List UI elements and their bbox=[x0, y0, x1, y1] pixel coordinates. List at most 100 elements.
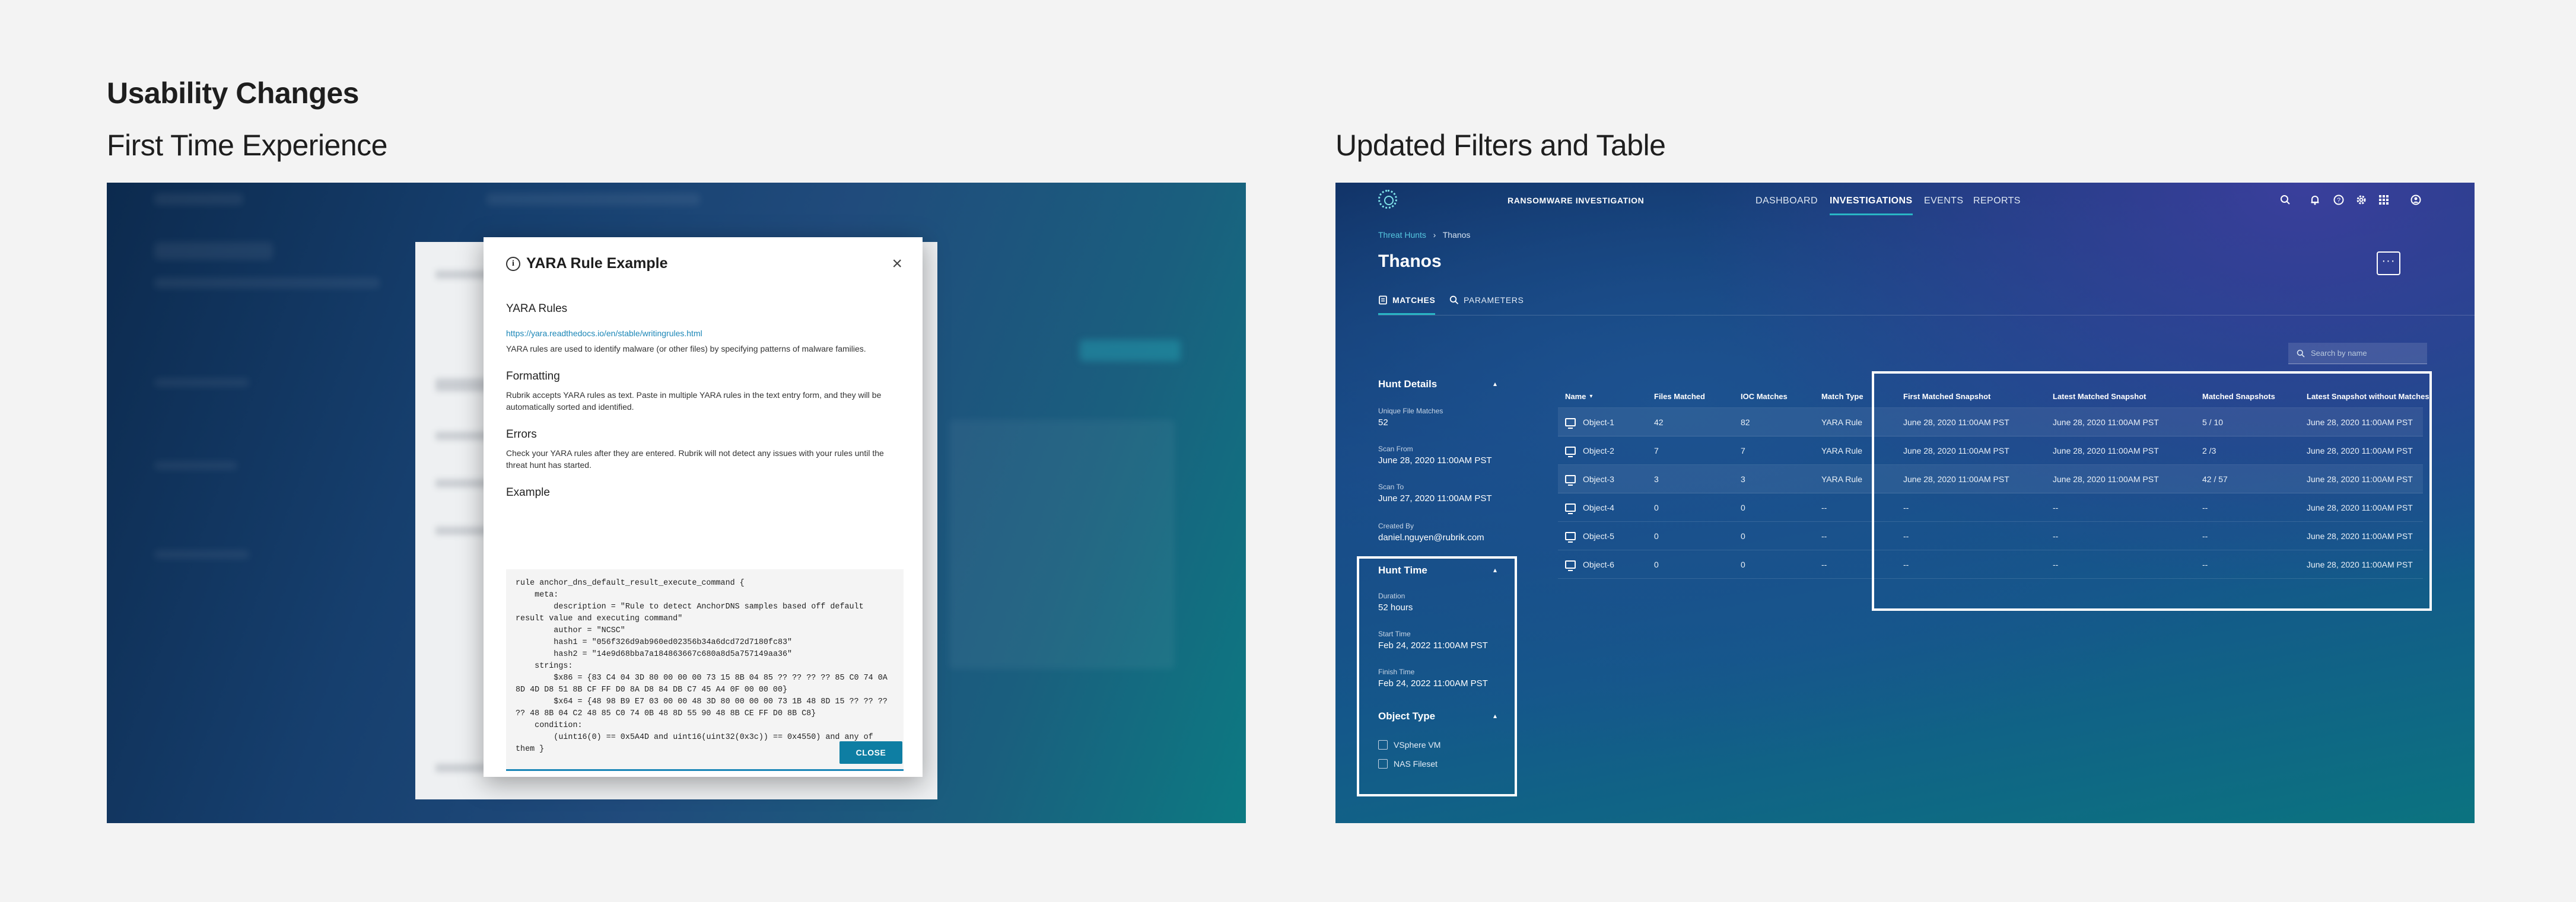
nav-investigations[interactable]: INVESTIGATIONS bbox=[1830, 196, 1913, 215]
start-time-label: Start Time bbox=[1378, 630, 1411, 638]
modal-title-text: YARA Rule Example bbox=[526, 255, 668, 272]
object-name: Object-3 bbox=[1583, 474, 1614, 484]
scan-from-value: June 28, 2020 11:00AM PST bbox=[1378, 455, 1492, 466]
more-options-button[interactable]: ··· bbox=[2377, 251, 2400, 275]
checkbox-label: VSphere VM bbox=[1394, 740, 1441, 750]
object-type-vsphere-vm[interactable]: VSphere VM bbox=[1378, 740, 1440, 750]
checkbox[interactable] bbox=[1378, 759, 1388, 769]
vm-monitor-icon bbox=[1565, 560, 1576, 571]
section-heading-example: Example bbox=[506, 486, 550, 499]
table-columns-highlight-box bbox=[1872, 371, 2432, 611]
object-name: Object-2 bbox=[1583, 446, 1614, 455]
breadcrumb-threat-hunts[interactable]: Threat Hunts bbox=[1378, 230, 1426, 240]
cell-match-type: -- bbox=[1821, 531, 1827, 541]
vm-monitor-icon bbox=[1565, 418, 1576, 429]
cell-match-type: YARA Rule bbox=[1821, 446, 1862, 455]
bell-icon[interactable] bbox=[2309, 195, 2321, 206]
hunt-details-header[interactable]: Hunt Details ▴ bbox=[1378, 378, 1497, 390]
section-heading-yara-rules: YARA Rules bbox=[506, 302, 568, 315]
cell-files-matched: 0 bbox=[1654, 531, 1659, 541]
vm-monitor-icon bbox=[1565, 503, 1576, 514]
scan-to-value: June 27, 2020 11:00AM PST bbox=[1378, 493, 1492, 503]
duration-label: Duration bbox=[1378, 592, 1405, 600]
yara-rule-example-modal: i YARA Rule Example × YARA Rules https:/… bbox=[484, 237, 923, 777]
hunt-time-header[interactable]: Hunt Time ▴ bbox=[1378, 565, 1497, 576]
close-button[interactable]: CLOSE bbox=[839, 741, 902, 764]
tab-parameters[interactable]: PARAMETERS bbox=[1449, 295, 1524, 305]
cell-match-type: -- bbox=[1821, 560, 1827, 569]
object-type-nas-fileset[interactable]: NAS Fileset bbox=[1378, 759, 1438, 769]
matches-icon bbox=[1379, 295, 1387, 305]
app-name: RANSOMWARE INVESTIGATION bbox=[1508, 196, 1645, 205]
tab-matches-label: MATCHES bbox=[1392, 295, 1436, 305]
column-header-ioc-matches[interactable]: IOC Matches bbox=[1741, 384, 1788, 408]
start-time-value: Feb 24, 2022 11:00AM PST bbox=[1378, 640, 1488, 651]
cell-ioc-matches: 82 bbox=[1741, 417, 1750, 427]
checkbox[interactable] bbox=[1378, 740, 1388, 750]
breadcrumb: Threat Hunts › Thanos bbox=[1378, 230, 1470, 240]
help-icon[interactable]: ? bbox=[2333, 195, 2345, 206]
column-header-match-type[interactable]: Match Type bbox=[1821, 384, 1863, 408]
unique-file-matches-value: 52 bbox=[1378, 417, 1388, 428]
object-name: Object-6 bbox=[1583, 560, 1614, 569]
section-heading-formatting: Formatting bbox=[506, 370, 560, 383]
search-field[interactable] bbox=[2288, 343, 2427, 364]
scan-to-label: Scan To bbox=[1378, 483, 1404, 491]
cell-name[interactable]: Object-1 bbox=[1565, 408, 1614, 436]
cell-files-matched: 3 bbox=[1654, 474, 1659, 484]
cell-name[interactable]: Object-2 bbox=[1565, 436, 1614, 465]
updated-filters-table-screenshot: RANSOMWARE INVESTIGATION DASHBOARD INVES… bbox=[1335, 183, 2475, 823]
object-name: Object-5 bbox=[1583, 531, 1614, 541]
section-heading-errors: Errors bbox=[506, 428, 537, 441]
cell-name[interactable]: Object-6 bbox=[1565, 550, 1614, 579]
cell-match-type: YARA Rule bbox=[1821, 474, 1862, 484]
gear-icon[interactable] bbox=[2355, 195, 2367, 206]
created-by-label: Created By bbox=[1378, 522, 1414, 530]
page-title: Thanos bbox=[1378, 251, 1442, 271]
cell-name[interactable]: Object-3 bbox=[1565, 465, 1614, 493]
hunt-time-title: Hunt Time bbox=[1378, 565, 1427, 576]
modal-title: i YARA Rule Example bbox=[506, 255, 668, 272]
section-heading: Usability Changes bbox=[107, 77, 359, 110]
user-avatar-icon[interactable] bbox=[2410, 195, 2422, 206]
scan-from-label: Scan From bbox=[1378, 445, 1413, 453]
chevron-up-icon: ▴ bbox=[1493, 380, 1497, 388]
section-text-yara-rules: YARA rules are used to identify malware … bbox=[506, 344, 866, 353]
duration-value: 52 hours bbox=[1378, 603, 1413, 613]
right-panel-heading: Updated Filters and Table bbox=[1335, 129, 1666, 162]
nav-dashboard[interactable]: DASHBOARD bbox=[1756, 196, 1818, 206]
close-icon[interactable]: × bbox=[892, 254, 902, 274]
search-icon bbox=[2297, 349, 2305, 358]
parameters-search-icon bbox=[1449, 295, 1459, 305]
vm-monitor-icon bbox=[1565, 532, 1576, 543]
nav-reports[interactable]: REPORTS bbox=[1973, 196, 2021, 206]
cell-match-type: -- bbox=[1821, 503, 1827, 512]
cell-files-matched: 7 bbox=[1654, 446, 1659, 455]
nav-events[interactable]: EVENTS bbox=[1924, 196, 1963, 206]
search-icon[interactable] bbox=[2279, 195, 2291, 206]
sort-descending-icon[interactable]: ▾ bbox=[1589, 393, 1592, 400]
section-text-errors: Check your YARA rules after they are ent… bbox=[506, 448, 884, 470]
tab-matches[interactable]: MATCHES bbox=[1378, 295, 1436, 315]
search-input[interactable] bbox=[2311, 349, 2424, 358]
cell-name[interactable]: Object-4 bbox=[1565, 493, 1614, 522]
cell-files-matched: 42 bbox=[1654, 417, 1664, 427]
chevron-up-icon: ▴ bbox=[1493, 712, 1497, 720]
column-header-files-matched[interactable]: Files Matched bbox=[1654, 384, 1705, 408]
object-type-header[interactable]: Object Type ▴ bbox=[1378, 710, 1497, 722]
vm-monitor-icon bbox=[1565, 447, 1576, 457]
chevron-right-icon: › bbox=[1428, 230, 1441, 240]
hunt-details-title: Hunt Details bbox=[1378, 378, 1438, 390]
breadcrumb-current: Thanos bbox=[1442, 230, 1471, 240]
column-header-name[interactable]: Name ▾ bbox=[1565, 384, 1592, 408]
cell-name[interactable]: Object-5 bbox=[1565, 522, 1614, 550]
modal-body: YARA Rules https://yara.readthedocs.io/e… bbox=[506, 302, 904, 499]
finish-time-value: Feb 24, 2022 11:00AM PST bbox=[1378, 678, 1488, 689]
cell-ioc-matches: 0 bbox=[1741, 503, 1745, 512]
tab-parameters-label: PARAMETERS bbox=[1464, 295, 1524, 305]
yara-docs-link[interactable]: https://yara.readthedocs.io/en/stable/wr… bbox=[506, 329, 904, 338]
apps-grid-icon[interactable] bbox=[2378, 195, 2390, 206]
left-panel-heading: First Time Experience bbox=[107, 129, 387, 162]
object-type-title: Object Type bbox=[1378, 710, 1436, 722]
cell-ioc-matches: 7 bbox=[1741, 446, 1745, 455]
